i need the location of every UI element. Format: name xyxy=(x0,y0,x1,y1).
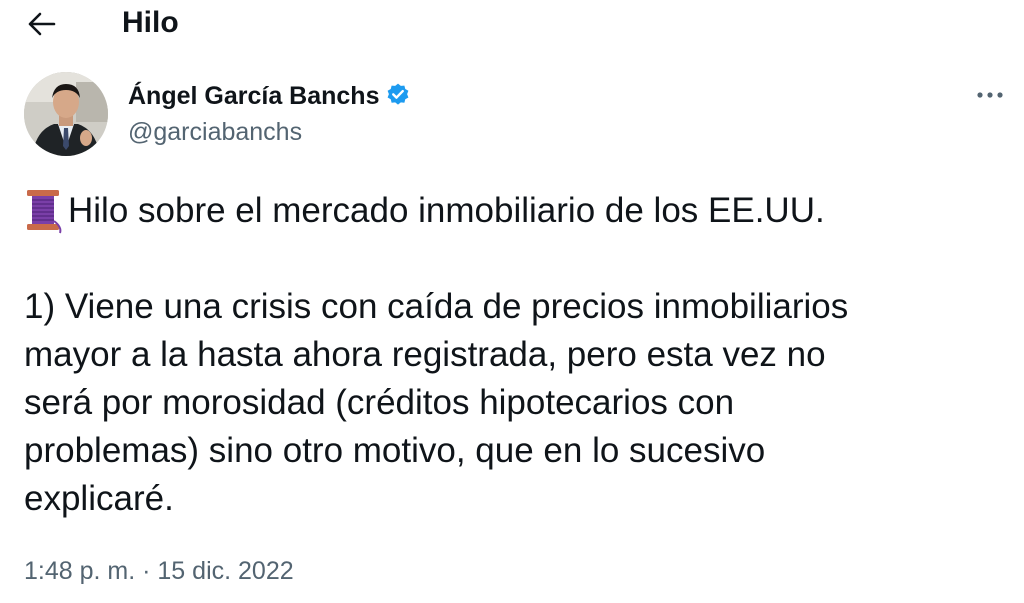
tweet-line-3: mayor a la hasta ahora registrada, pero … xyxy=(24,335,826,374)
tweet-line-1: Hilo sobre el mercado inmobiliario de lo… xyxy=(24,187,994,235)
tweet-date-link[interactable]: 15 dic. 2022 xyxy=(157,557,293,585)
timestamp-separator: · xyxy=(142,557,151,585)
more-options-button[interactable] xyxy=(968,80,1012,110)
arrow-left-icon xyxy=(28,12,56,36)
thread-spool-icon xyxy=(27,190,62,234)
author-handle[interactable]: @garciabanchs xyxy=(128,116,302,148)
author-name[interactable]: Ángel García Banchs xyxy=(128,80,411,112)
tweet-line-text: Hilo sobre el mercado inmobiliario de lo… xyxy=(68,191,825,230)
top-bar: Hilo xyxy=(0,0,1024,50)
tweet-timestamp: 1:48 p. m. · 15 dic. 2022 xyxy=(24,555,294,587)
tweet-line-4: será por morosidad (créditos hipotecario… xyxy=(24,383,735,422)
author-name-text: Ángel García Banchs xyxy=(128,82,380,110)
more-horizontal-icon xyxy=(977,92,1003,98)
page-title: Hilo xyxy=(122,6,179,39)
tweet-line-6: explicaré. xyxy=(24,479,174,518)
avatar[interactable] xyxy=(24,72,108,156)
avatar-photo xyxy=(24,72,108,156)
tweet-time-link[interactable]: 1:48 p. m. xyxy=(24,557,135,585)
tweet-line-2: 1) Viene una crisis con caída de precios… xyxy=(24,287,849,326)
tweet-line-5: problemas) sino otro motivo, que en lo s… xyxy=(24,431,766,470)
back-button[interactable] xyxy=(22,6,62,42)
tweet-text: Hilo sobre el mercado inmobiliario de lo… xyxy=(24,187,994,523)
verified-badge-icon xyxy=(388,83,409,105)
